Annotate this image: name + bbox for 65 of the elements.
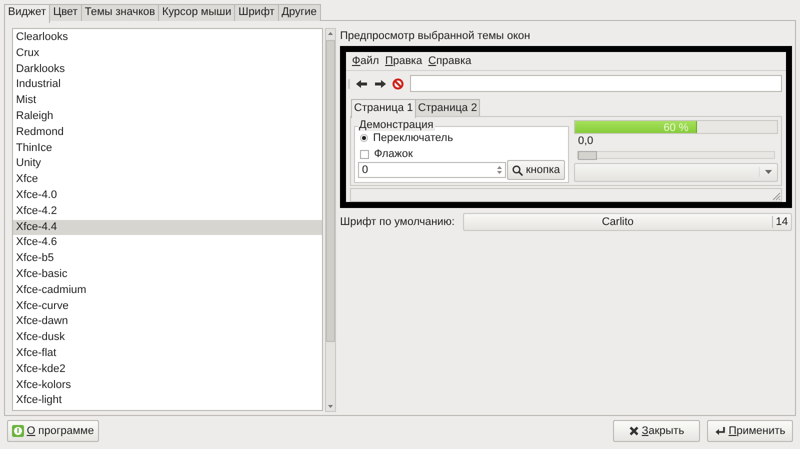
- list-item[interactable]: Xfce: [13, 172, 322, 188]
- list-item[interactable]: Xfce-kolors: [13, 378, 322, 394]
- scale-thumb[interactable]: [578, 150, 597, 160]
- list-item[interactable]: Darklooks: [13, 62, 322, 78]
- group-title: Демонстрация: [358, 119, 434, 131]
- scrollbar[interactable]: [325, 28, 336, 412]
- scale-reading: 0,0: [577, 134, 594, 148]
- menu-item[interactable]: Справка: [428, 55, 472, 67]
- list-item[interactable]: Xfce-dusk: [13, 330, 322, 346]
- tab[interactable]: Виджет: [4, 4, 50, 23]
- search-button[interactable]: кнопка: [506, 160, 565, 180]
- info-icon: [12, 425, 24, 437]
- list-item[interactable]: Unity: [13, 156, 322, 172]
- return-arrow-icon: [714, 426, 726, 436]
- address-field[interactable]: [410, 75, 782, 92]
- list-item[interactable]: Mist: [13, 93, 322, 109]
- checkbox-option[interactable]: Флажок: [358, 146, 565, 162]
- tab[interactable]: Курсор мыши: [158, 4, 236, 21]
- list-item[interactable]: Raleigh: [13, 108, 322, 125]
- close-icon: [628, 426, 639, 436]
- search-icon: [512, 164, 523, 176]
- list-item[interactable]: Xfce-kde2: [13, 362, 322, 378]
- menu-item[interactable]: Файл: [352, 55, 380, 67]
- tab[interactable]: Шрифт: [234, 4, 279, 21]
- forward-arrow-icon[interactable]: [374, 78, 386, 88]
- tab[interactable]: Страница 1: [351, 99, 416, 118]
- tab[interactable]: Другие: [278, 4, 321, 21]
- tab[interactable]: Темы значков: [80, 4, 160, 21]
- list-item[interactable]: Xfce-b5: [13, 251, 322, 267]
- spin-field[interactable]: 0: [358, 162, 506, 178]
- list-item[interactable]: Xfce-curve: [13, 298, 322, 314]
- list-item[interactable]: Clearlooks: [13, 30, 322, 46]
- list-item[interactable]: Xfce-cadmium: [13, 282, 322, 299]
- font-label: Шрифт по умолчанию:: [340, 216, 455, 228]
- list-item[interactable]: Xfce-flat: [13, 346, 322, 362]
- theme-list[interactable]: [12, 28, 323, 411]
- font-button[interactable]: Carlito 14: [462, 213, 792, 231]
- list-item[interactable]: Crux: [13, 46, 322, 62]
- list-item[interactable]: Xfce-basic: [13, 266, 322, 283]
- radio-button[interactable]: [360, 134, 368, 142]
- list-item[interactable]: Xfce-4.2: [13, 204, 322, 220]
- about-button[interactable]: О программе: [7, 420, 99, 442]
- apply-button[interactable]: Применить: [707, 420, 793, 442]
- resize-grip-icon[interactable]: [771, 191, 781, 201]
- preview-title: Предпросмотр выбранной темы окон: [340, 29, 532, 44]
- tab[interactable]: Цвет: [49, 4, 82, 21]
- progress-text: 60 %: [662, 121, 690, 136]
- list-item[interactable]: Xfce-4.0: [13, 188, 322, 204]
- checkbox[interactable]: [360, 150, 369, 158]
- list-item[interactable]: Xfce-dawn: [13, 314, 322, 330]
- scale-track[interactable]: [577, 150, 775, 158]
- list-item[interactable]: Redmond: [13, 124, 322, 141]
- radio-option[interactable]: Переключатель: [358, 130, 565, 146]
- tab[interactable]: Страница 2: [415, 99, 480, 116]
- list-item[interactable]: ThinIce: [13, 140, 322, 156]
- back-arrow-icon[interactable]: [356, 78, 368, 88]
- spin-arrows-icon[interactable]: [496, 165, 502, 175]
- list-item[interactable]: Xfce-4.4: [13, 220, 322, 236]
- menu-item[interactable]: Правка: [385, 55, 422, 67]
- scrollbar-thumb[interactable]: [326, 40, 335, 342]
- stop-icon[interactable]: [392, 78, 404, 90]
- close-button[interactable]: Закрыть: [613, 420, 700, 442]
- list-item[interactable]: Xfce-light: [13, 393, 322, 410]
- list-item[interactable]: Xfce-4.6: [13, 235, 322, 252]
- list-item[interactable]: Industrial: [13, 77, 322, 94]
